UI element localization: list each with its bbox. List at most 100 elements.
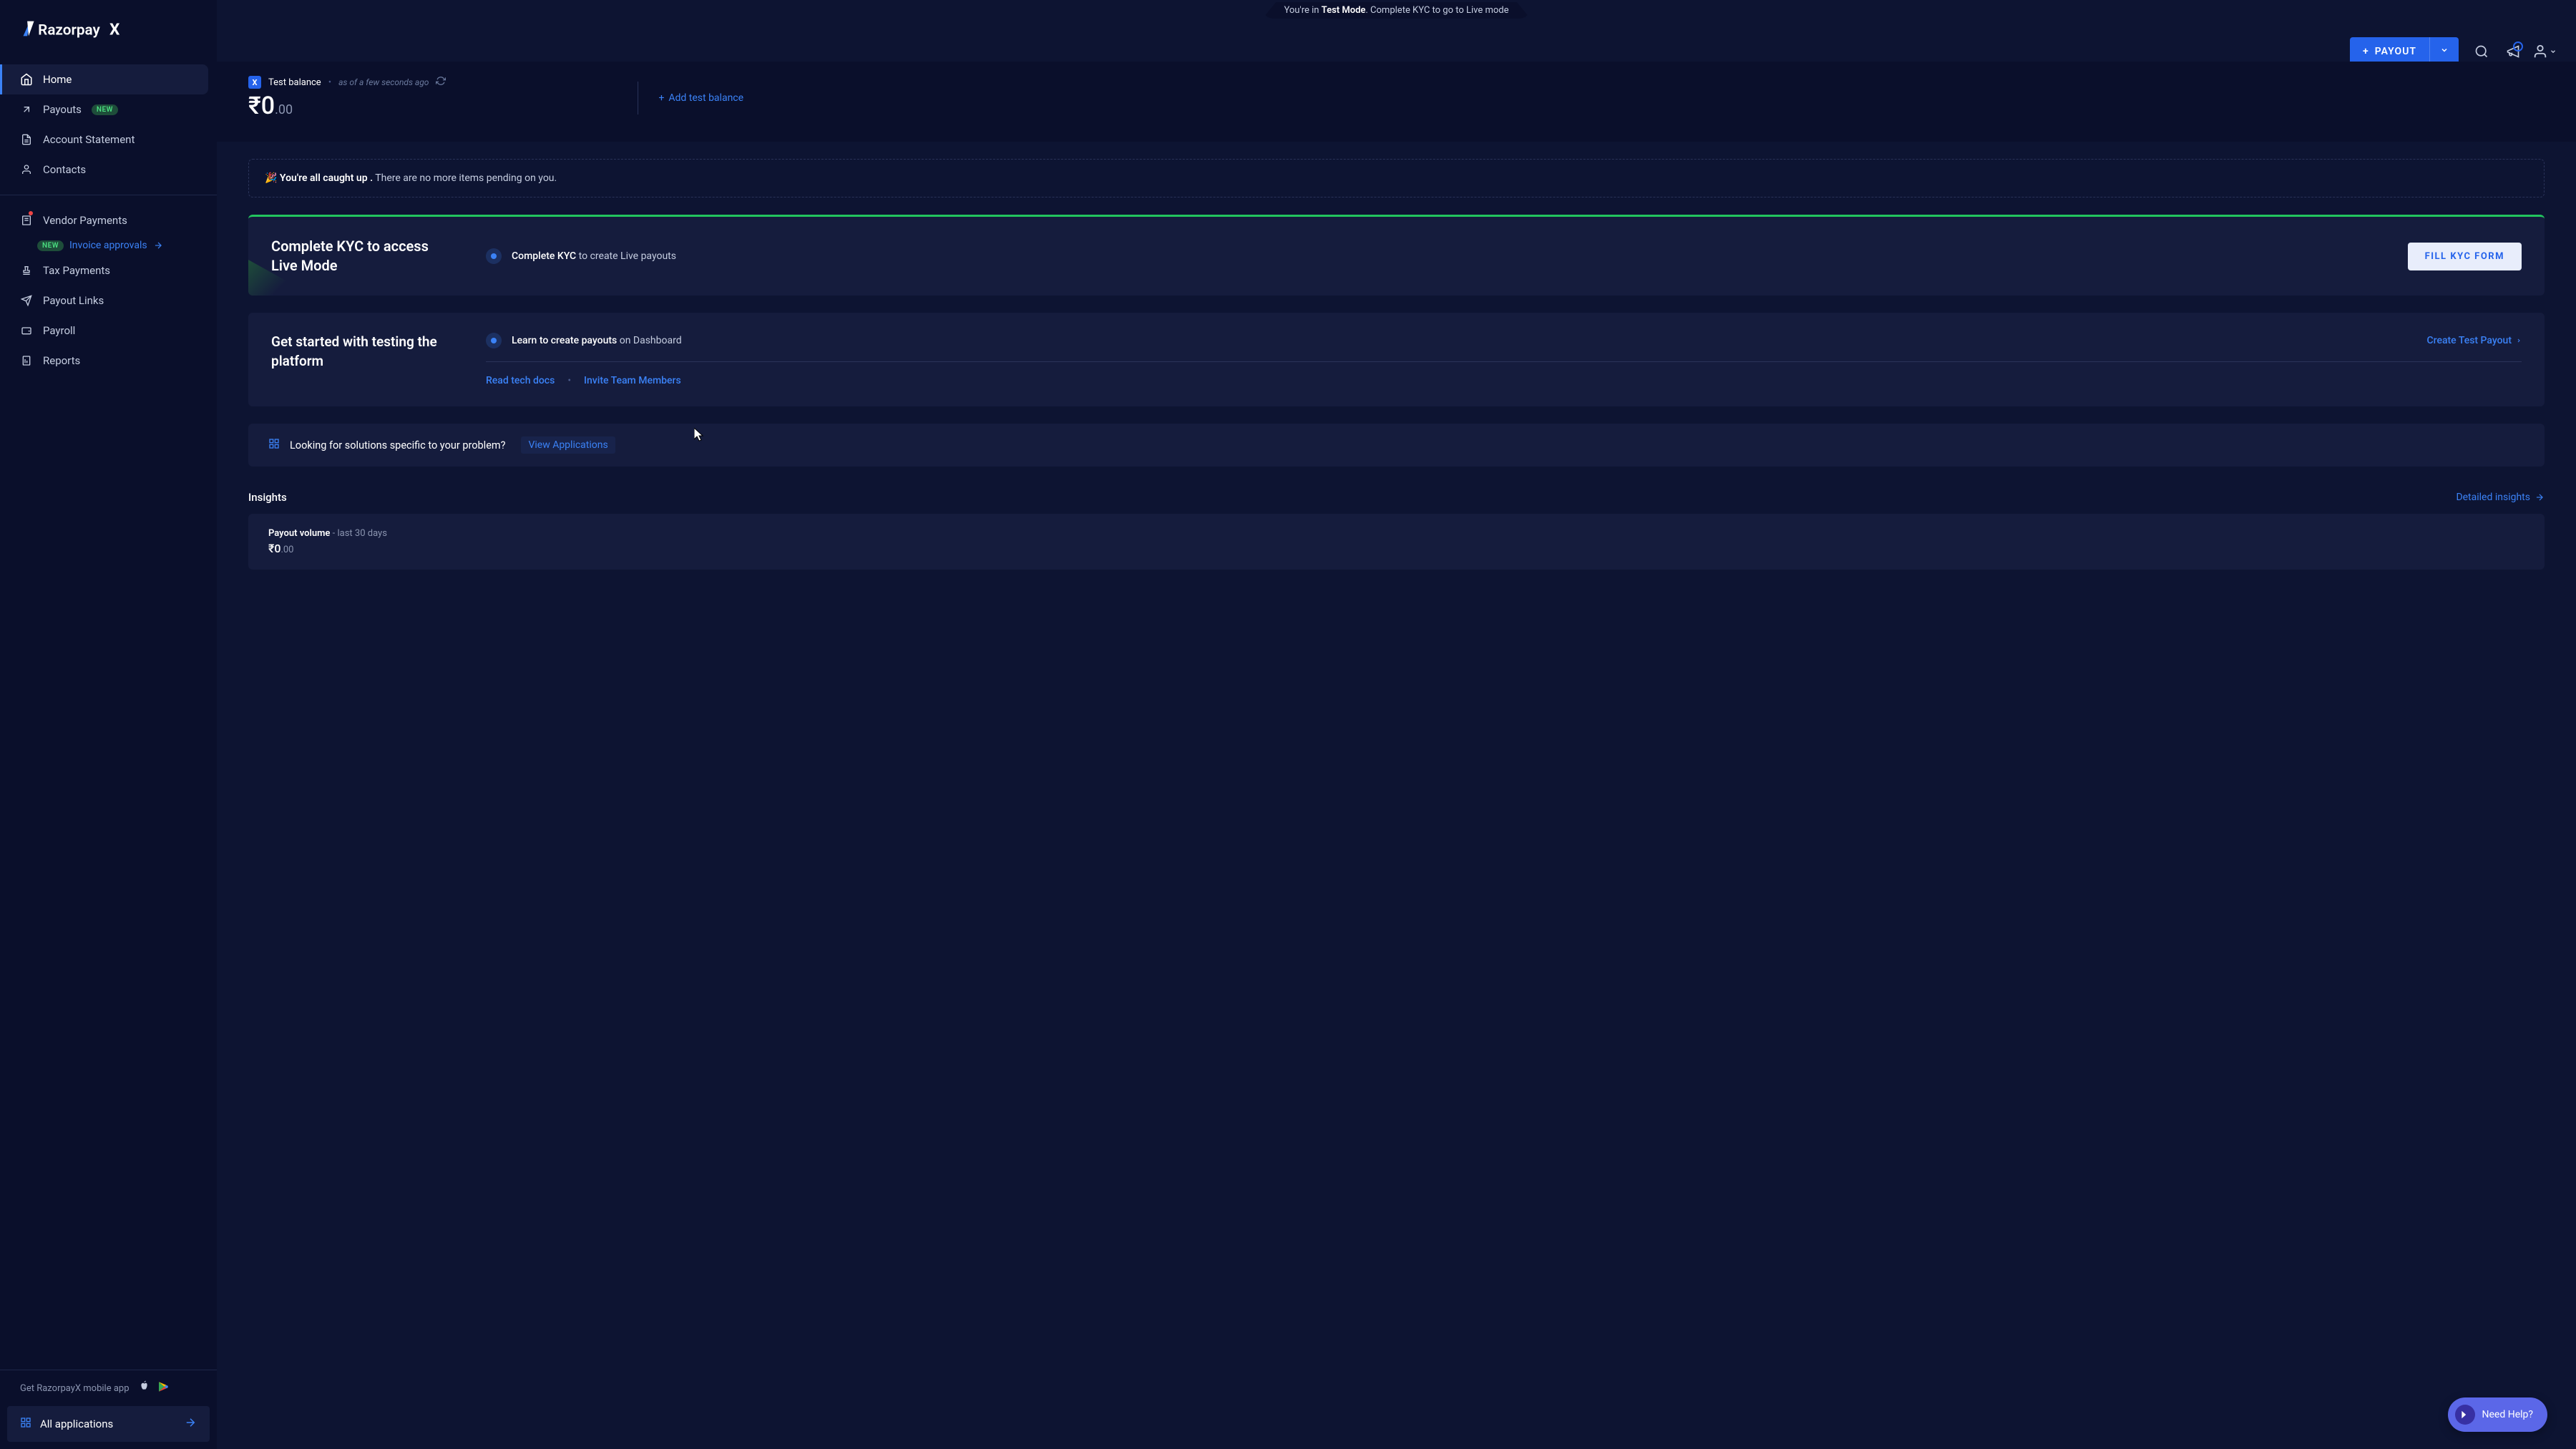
all-applications-button[interactable]: All applications (7, 1406, 210, 1442)
wallet-icon (20, 324, 33, 337)
start-row-bold: Learn to create payouts (512, 335, 617, 346)
sidebar-sub-label: Invoice approvals (69, 240, 147, 251)
x-badge-icon: X (248, 76, 261, 89)
start-row: Learn to create payouts on Dashboard Cre… (486, 333, 2522, 362)
help-avatar-icon (2455, 1405, 2475, 1425)
volume-period: - last 30 days (330, 528, 386, 539)
play-store-icon[interactable] (157, 1380, 170, 1396)
amount-cents: .00 (280, 545, 293, 555)
sidebar-item-label: Payout Links (43, 294, 104, 307)
sidebar-item-label: Payroll (43, 324, 75, 337)
user-icon (20, 163, 33, 176)
sidebar-item-label: Payouts (43, 103, 82, 116)
kyc-card: Complete KYC to access Live Mode Complet… (248, 215, 2545, 296)
chevron-right-icon (2516, 336, 2522, 345)
create-payout-label: Create Test Payout (2427, 335, 2512, 346)
grid-icon (268, 438, 280, 452)
apple-icon[interactable] (137, 1380, 150, 1396)
sidebar-bottom: Get RazorpayX mobile app All application… (0, 1370, 217, 1449)
balance-timestamp: as of a few seconds ago (338, 77, 429, 87)
main: You're in Test Mode. Complete KYC to go … (217, 0, 2576, 1449)
add-balance-label: Add test balance (668, 92, 743, 104)
banner-mode: Test Mode (1322, 5, 1366, 16)
stamp-icon (20, 264, 33, 277)
all-apps-label: All applications (40, 1418, 113, 1430)
solutions-card: Looking for solutions specific to your p… (248, 424, 2545, 467)
sidebar: Razorpay X Home Payouts NEW Account Stat… (0, 0, 217, 1449)
volume-label: Payout volume (268, 528, 330, 539)
sidebar-item-tax-payments[interactable]: Tax Payments (0, 255, 217, 286)
currency-symbol: ₹ (248, 92, 261, 120)
bullet-icon (486, 248, 502, 264)
kyc-mid-bold: Complete KYC (512, 250, 576, 262)
start-title: Get started with testing the platform (271, 333, 457, 386)
arrow-up-right-icon (20, 103, 33, 116)
sidebar-sub-invoice-approvals[interactable]: NEW Invoice approvals (0, 235, 217, 255)
balance-header: X Test balance • as of a few seconds ago (248, 76, 446, 89)
arrow-right-icon (184, 1416, 197, 1432)
start-links: Read tech docs • Invite Team Members (486, 375, 2522, 386)
arrow-right-icon (153, 240, 163, 250)
sidebar-item-home[interactable]: Home (0, 64, 208, 94)
payout-volume-card: Payout volume - last 30 days ₹0.00 (248, 514, 2545, 570)
create-test-payout-link[interactable]: Create Test Payout (2427, 335, 2522, 346)
plus-icon: + (658, 92, 664, 104)
mobile-app-label: Get RazorpayX mobile app (20, 1383, 130, 1394)
sidebar-item-label: Account Statement (43, 133, 135, 146)
balance-cents: .00 (275, 102, 293, 117)
kyc-mid-rest: to create Live payouts (576, 250, 676, 262)
new-badge: NEW (37, 240, 64, 251)
caught-up-notice: 🎉 You're all caught up . There are no mo… (248, 159, 2545, 197)
banner-suffix: . Complete KYC to go to Live mode (1365, 5, 1508, 16)
celebration-icon: 🎉 (265, 172, 277, 184)
kyc-description: Complete KYC to create Live payouts (486, 248, 2379, 264)
content: X Test balance • as of a few seconds ago… (217, 19, 2576, 1449)
grid-icon (20, 1417, 31, 1431)
balance-whole: 0 (261, 92, 275, 120)
home-icon (20, 73, 33, 86)
new-badge: NEW (92, 104, 118, 115)
insights-heading: Insights (248, 491, 287, 504)
bullet-icon (486, 333, 502, 348)
notice-rest: There are no more items pending on you. (373, 172, 557, 184)
fill-kyc-button[interactable]: FILL KYC FORM (2408, 243, 2522, 270)
detailed-insights-label: Detailed insights (2456, 492, 2530, 503)
insights-header: Insights Detailed insights (217, 484, 2576, 504)
sidebar-item-contacts[interactable]: Contacts (0, 155, 217, 185)
refresh-button[interactable] (436, 76, 446, 89)
banner-prefix: You're in (1284, 5, 1321, 16)
view-applications-link[interactable]: View Applications (521, 436, 615, 454)
volume-amount: ₹0.00 (268, 542, 2524, 555)
svg-text:Razorpay: Razorpay (38, 21, 100, 39)
report-icon (20, 354, 33, 367)
sidebar-item-payouts[interactable]: Payouts NEW (0, 94, 217, 125)
sidebar-item-label: Contacts (43, 163, 86, 176)
solutions-text: Looking for solutions specific to your p… (290, 439, 505, 452)
sidebar-item-label: Home (43, 73, 72, 86)
kyc-title: Complete KYC to access Live Mode (271, 237, 457, 275)
separator-dot: • (328, 77, 331, 88)
detailed-insights-link[interactable]: Detailed insights (2456, 492, 2545, 503)
notification-dot (29, 211, 33, 215)
invite-team-link[interactable]: Invite Team Members (584, 375, 681, 386)
add-test-balance-link[interactable]: + Add test balance (658, 92, 743, 104)
test-mode-banner: You're in Test Mode. Complete KYC to go … (1262, 2, 1530, 19)
logo[interactable]: Razorpay X (0, 0, 217, 64)
read-tech-docs-link[interactable]: Read tech docs (486, 375, 555, 386)
sidebar-item-payroll[interactable]: Payroll (0, 316, 217, 346)
sidebar-item-account-statement[interactable]: Account Statement (0, 125, 217, 155)
start-row-rest: on Dashboard (617, 335, 681, 346)
sidebar-item-label: Tax Payments (43, 264, 110, 277)
sidebar-item-payout-links[interactable]: Payout Links (0, 286, 217, 316)
mobile-app-promo: Get RazorpayX mobile app (0, 1370, 217, 1406)
svg-text:X: X (109, 19, 120, 39)
need-help-button[interactable]: Need Help? (2448, 1397, 2548, 1432)
document-icon (20, 133, 33, 146)
sidebar-item-vendor-payments[interactable]: Vendor Payments (0, 205, 217, 235)
separator-dot: • (567, 375, 571, 386)
balance-label: Test balance (268, 77, 321, 88)
sidebar-nav: Home Payouts NEW Account Statement Conta… (0, 64, 217, 1370)
balance-bar: X Test balance • as of a few seconds ago… (217, 62, 2576, 142)
sidebar-item-reports[interactable]: Reports (0, 346, 217, 376)
notice-bold: You're all caught up . (280, 172, 373, 184)
